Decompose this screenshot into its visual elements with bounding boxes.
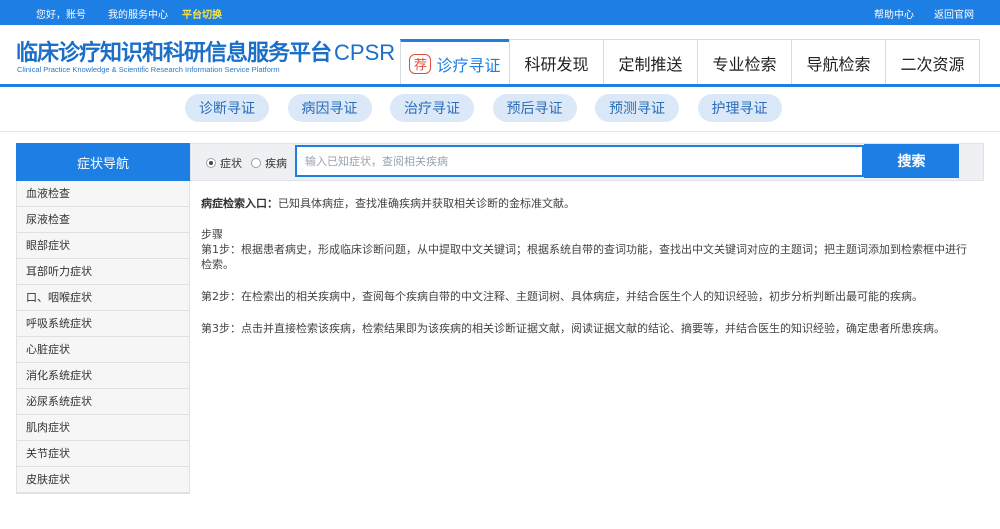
nav-tab-label: 二次资源	[900, 54, 965, 74]
nav-tab-custom-push[interactable]: 定制推送	[603, 39, 698, 85]
sidebar-item[interactable]: 眼部症状	[17, 233, 189, 259]
step-1: 第1步：根据患者病史，形成临床诊断问题，从中提取中文关键词；根据系统自带的查词功…	[201, 243, 967, 271]
subtab-treatment[interactable]: 治疗寻证	[390, 94, 474, 122]
entry-paragraph: 病症检索入口：已知具体病症，查找准确疾病并获取相关诊断的金标准文献。	[201, 196, 976, 211]
entry-text: 已知具体病症，查找准确疾病并获取相关诊断的金标准文献。	[278, 197, 575, 210]
nav-tab-nav-search[interactable]: 导航检索	[791, 39, 886, 85]
sidebar-item[interactable]: 尿液检查	[17, 207, 189, 233]
subtab-prognosis[interactable]: 预后寻证	[492, 94, 577, 122]
sub-tabs: 诊断寻证 病因寻证 治疗寻证 预后寻证 预测寻证 护理寻证	[185, 94, 800, 122]
recommend-badge-icon: 荐	[409, 53, 432, 74]
search-input[interactable]	[295, 145, 864, 177]
step-3: 第3步：点击并直接检索该疾病，检索结果即为该疾病的相关诊断证据文献，阅读证据文献…	[201, 322, 945, 335]
radio-unchecked-icon	[251, 158, 261, 168]
my-service-link[interactable]: 我的服务中心	[108, 6, 168, 21]
sidebar-item[interactable]: 消化系统症状	[17, 363, 189, 389]
logo-title-cn: 临床诊疗知识和科研信息服务平台	[16, 41, 332, 66]
account-link[interactable]: 账号	[66, 6, 86, 21]
nav-tab-pro-search[interactable]: 专业检索	[697, 39, 792, 85]
radio-symptom-label: 症状	[220, 157, 242, 170]
help-center-link[interactable]: 帮助中心	[874, 6, 914, 21]
header-divider	[0, 84, 1000, 87]
nav-tab-label: 导航检索	[806, 54, 871, 74]
sidebar-item[interactable]: 肌肉症状	[17, 415, 189, 441]
nav-tab-label: 诊疗寻证	[436, 55, 501, 75]
radio-disease[interactable]: 疾病	[251, 155, 287, 171]
subtab-nursing[interactable]: 护理寻证	[697, 94, 782, 122]
radio-checked-icon	[206, 158, 216, 168]
subtab-prediction[interactable]: 预测寻证	[595, 94, 679, 122]
platform-switch-link[interactable]: 平台切换	[182, 6, 222, 21]
subtab-etiology[interactable]: 病因寻证	[287, 94, 372, 122]
nav-tab-label: 科研发现	[524, 54, 589, 74]
nav-tab-diagnosis-evidence[interactable]: 荐 诊疗寻证	[400, 39, 510, 85]
logo-subtitle: Clinical Practice Knowledge & Scientific…	[17, 65, 280, 74]
sidebar-title: 症状导航	[16, 143, 190, 181]
radio-symptom[interactable]: 症状	[206, 155, 242, 171]
nav-tab-label: 定制推送	[618, 54, 683, 74]
nav-tab-secondary-resources[interactable]: 二次资源	[885, 39, 980, 85]
sidebar-item[interactable]: 血液检查	[17, 181, 189, 207]
sidebar-item[interactable]: 泌尿系统症状	[17, 389, 189, 415]
steps-title: 步骤	[201, 228, 223, 241]
instructions: 病症检索入口：已知具体病症，查找准确疾病并获取相关诊断的金标准文献。 步骤 第1…	[201, 196, 976, 336]
subtab-diagnosis[interactable]: 诊断寻证	[185, 94, 269, 122]
logo[interactable]: 临床诊疗知识和科研信息服务平台 CPSR	[16, 35, 395, 67]
top-bar: 您好， 账号 我的服务中心 平台切换 帮助中心 返回官网	[0, 0, 1000, 25]
section-divider	[0, 131, 1000, 132]
sidebar-list: 血液检查 尿液检查 眼部症状 耳部听力症状 口、咽喉症状 呼吸系统症状 心脏症状…	[16, 181, 190, 494]
radio-disease-label: 疾病	[265, 157, 287, 170]
sidebar-item[interactable]: 呼吸系统症状	[17, 311, 189, 337]
sidebar-item[interactable]: 皮肤症状	[17, 467, 189, 493]
sidebar-item[interactable]: 心脏症状	[17, 337, 189, 363]
back-to-site-link[interactable]: 返回官网	[934, 6, 974, 21]
nav-tab-label: 专业检索	[712, 54, 777, 74]
main-nav: 荐 诊疗寻证 科研发现 定制推送 专业检索 导航检索 二次资源	[400, 39, 980, 85]
sidebar-item[interactable]: 口、咽喉症状	[17, 285, 189, 311]
greeting-text: 您好，	[36, 10, 66, 21]
step-2: 第2步：在检索出的相关疾病中，查阅每个疾病自带的中文注释、主题词树、具体病症，并…	[201, 290, 923, 303]
search-button[interactable]: 搜索	[864, 144, 959, 178]
sidebar-item[interactable]: 耳部听力症状	[17, 259, 189, 285]
logo-title-en: CPSR	[334, 40, 396, 65]
sidebar-item[interactable]: 关节症状	[17, 441, 189, 467]
nav-tab-research[interactable]: 科研发现	[509, 39, 604, 85]
header: 临床诊疗知识和科研信息服务平台 CPSR Clinical Practice K…	[0, 25, 1000, 85]
entry-label: 病症检索入口：	[201, 197, 278, 210]
search-bar: 症状 疾病 搜索	[190, 143, 984, 181]
symptom-sidebar: 症状导航 血液检查 尿液检查 眼部症状 耳部听力症状 口、咽喉症状 呼吸系统症状…	[16, 143, 190, 494]
